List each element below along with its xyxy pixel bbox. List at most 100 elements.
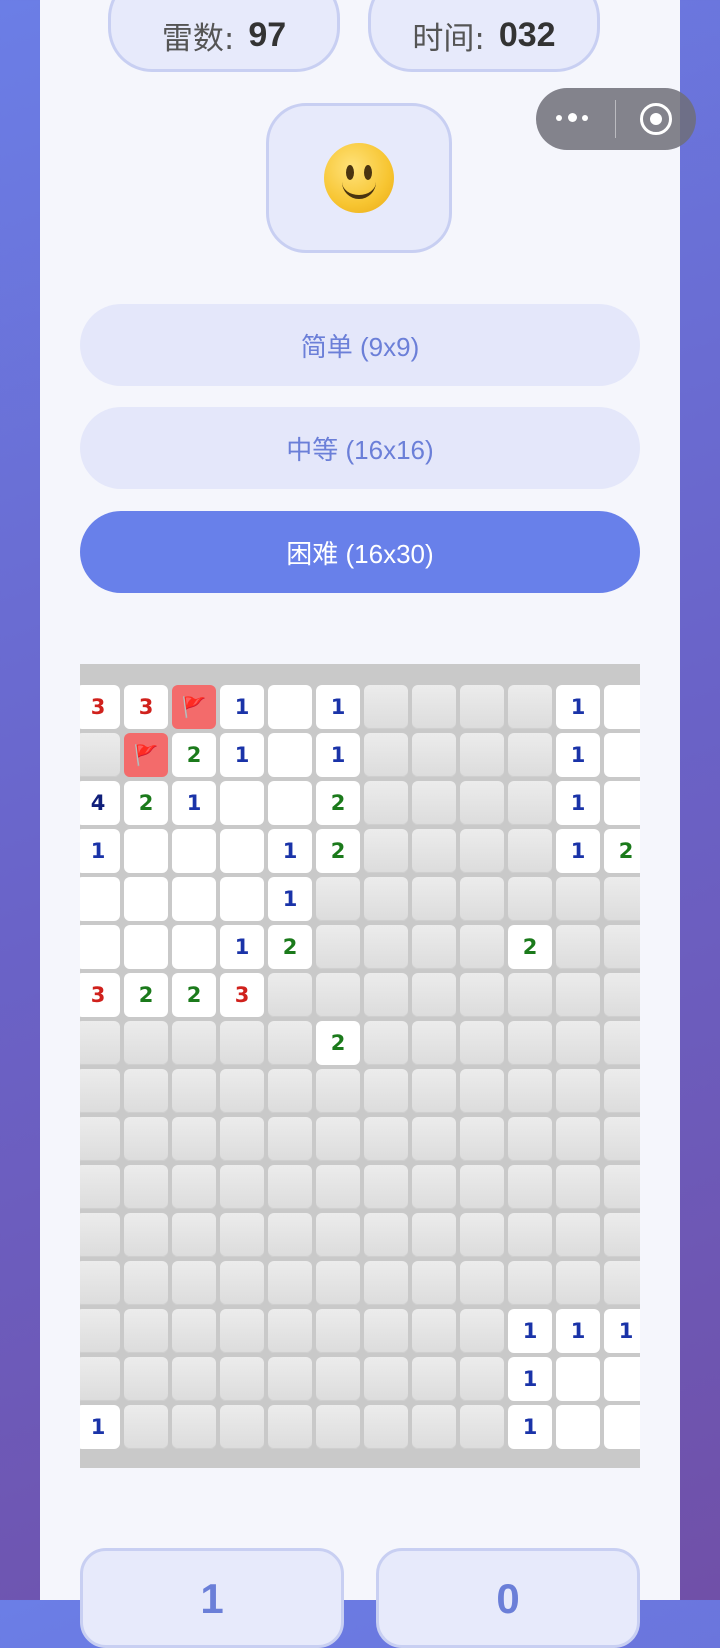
hidden-cell[interactable] — [268, 1309, 312, 1353]
hidden-cell[interactable] — [604, 1069, 640, 1113]
hidden-cell[interactable] — [364, 1213, 408, 1257]
hidden-cell[interactable] — [412, 1357, 456, 1401]
hidden-cell[interactable] — [172, 1357, 216, 1401]
revealed-number-cell[interactable]: 1 — [508, 1357, 552, 1401]
revealed-number-cell[interactable]: 3 — [80, 973, 120, 1017]
hidden-cell[interactable] — [460, 1117, 504, 1161]
revealed-number-cell[interactable]: 1 — [556, 829, 600, 873]
revealed-number-cell[interactable]: 4 — [80, 781, 120, 825]
revealed-empty-cell[interactable] — [268, 781, 312, 825]
hidden-cell[interactable] — [604, 1261, 640, 1305]
hidden-cell[interactable] — [80, 1357, 120, 1401]
revealed-number-cell[interactable]: 1 — [316, 733, 360, 777]
hidden-cell[interactable] — [364, 781, 408, 825]
hidden-cell[interactable] — [604, 925, 640, 969]
revealed-number-cell[interactable]: 3 — [80, 685, 120, 729]
hidden-cell[interactable] — [316, 1165, 360, 1209]
hidden-cell[interactable] — [412, 973, 456, 1017]
hidden-cell[interactable] — [508, 781, 552, 825]
revealed-empty-cell[interactable] — [556, 1357, 600, 1401]
hidden-cell[interactable] — [460, 685, 504, 729]
hidden-cell[interactable] — [172, 1309, 216, 1353]
hidden-cell[interactable] — [316, 1069, 360, 1113]
hidden-cell[interactable] — [364, 1309, 408, 1353]
hidden-cell[interactable] — [508, 877, 552, 921]
hidden-cell[interactable] — [316, 973, 360, 1017]
hidden-cell[interactable] — [80, 1261, 120, 1305]
revealed-empty-cell[interactable] — [80, 925, 120, 969]
hidden-cell[interactable] — [556, 1021, 600, 1065]
hidden-cell[interactable] — [508, 829, 552, 873]
hidden-cell[interactable] — [316, 877, 360, 921]
hidden-cell[interactable] — [124, 1309, 168, 1353]
revealed-number-cell[interactable]: 1 — [172, 781, 216, 825]
revealed-number-cell[interactable]: 1 — [604, 1309, 640, 1353]
hidden-cell[interactable] — [364, 733, 408, 777]
revealed-number-cell[interactable]: 2 — [124, 973, 168, 1017]
revealed-number-cell[interactable]: 2 — [508, 925, 552, 969]
hidden-cell[interactable] — [316, 1309, 360, 1353]
hidden-cell[interactable] — [412, 781, 456, 825]
revealed-empty-cell[interactable] — [268, 733, 312, 777]
hidden-cell[interactable] — [508, 1213, 552, 1257]
hidden-cell[interactable] — [508, 1261, 552, 1305]
hidden-cell[interactable] — [412, 1309, 456, 1353]
revealed-number-cell[interactable]: 2 — [604, 829, 640, 873]
revealed-number-cell[interactable]: 2 — [316, 1021, 360, 1065]
flagged-cell[interactable]: 🚩 — [172, 685, 216, 729]
hidden-cell[interactable] — [412, 1261, 456, 1305]
hidden-cell[interactable] — [220, 1261, 264, 1305]
hidden-cell[interactable] — [364, 1069, 408, 1113]
hidden-cell[interactable] — [220, 1117, 264, 1161]
revealed-empty-cell[interactable] — [172, 829, 216, 873]
hidden-cell[interactable] — [460, 877, 504, 921]
hidden-cell[interactable] — [172, 1117, 216, 1161]
revealed-number-cell[interactable]: 2 — [172, 973, 216, 1017]
hidden-cell[interactable] — [508, 1069, 552, 1113]
revealed-number-cell[interactable]: 2 — [268, 925, 312, 969]
close-target-icon[interactable] — [640, 103, 672, 135]
hidden-cell[interactable] — [556, 1117, 600, 1161]
revealed-empty-cell[interactable] — [556, 1405, 600, 1449]
revealed-empty-cell[interactable] — [124, 829, 168, 873]
hidden-cell[interactable] — [124, 1213, 168, 1257]
hidden-cell[interactable] — [412, 829, 456, 873]
hidden-cell[interactable] — [268, 973, 312, 1017]
revealed-number-cell[interactable]: 1 — [268, 877, 312, 921]
hidden-cell[interactable] — [460, 1213, 504, 1257]
hidden-cell[interactable] — [460, 1261, 504, 1305]
difficulty-hard-button[interactable]: 困难 (16x30) — [80, 511, 640, 593]
revealed-empty-cell[interactable] — [172, 925, 216, 969]
hidden-cell[interactable] — [412, 1021, 456, 1065]
hidden-cell[interactable] — [268, 1021, 312, 1065]
hidden-cell[interactable] — [220, 1021, 264, 1065]
hidden-cell[interactable] — [80, 733, 120, 777]
hidden-cell[interactable] — [604, 1021, 640, 1065]
more-dots-icon[interactable] — [554, 108, 598, 128]
reset-face-button[interactable] — [266, 103, 452, 253]
hidden-cell[interactable] — [412, 1405, 456, 1449]
revealed-number-cell[interactable]: 3 — [124, 685, 168, 729]
revealed-empty-cell[interactable] — [172, 877, 216, 921]
hidden-cell[interactable] — [220, 1213, 264, 1257]
revealed-number-cell[interactable]: 2 — [316, 781, 360, 825]
hidden-cell[interactable] — [604, 1117, 640, 1161]
hidden-cell[interactable] — [220, 1357, 264, 1401]
revealed-empty-cell[interactable] — [80, 877, 120, 921]
revealed-empty-cell[interactable] — [604, 1357, 640, 1401]
hidden-cell[interactable] — [604, 877, 640, 921]
revealed-number-cell[interactable]: 1 — [316, 685, 360, 729]
hidden-cell[interactable] — [460, 781, 504, 825]
hidden-cell[interactable] — [460, 1405, 504, 1449]
hidden-cell[interactable] — [412, 877, 456, 921]
revealed-number-cell[interactable]: 2 — [124, 781, 168, 825]
hidden-cell[interactable] — [172, 1021, 216, 1065]
hidden-cell[interactable] — [316, 925, 360, 969]
hidden-cell[interactable] — [172, 1261, 216, 1305]
hidden-cell[interactable] — [460, 733, 504, 777]
hidden-cell[interactable] — [124, 1405, 168, 1449]
hidden-cell[interactable] — [604, 1165, 640, 1209]
revealed-empty-cell[interactable] — [268, 685, 312, 729]
difficulty-medium-button[interactable]: 中等 (16x16) — [80, 407, 640, 489]
revealed-number-cell[interactable]: 1 — [508, 1405, 552, 1449]
